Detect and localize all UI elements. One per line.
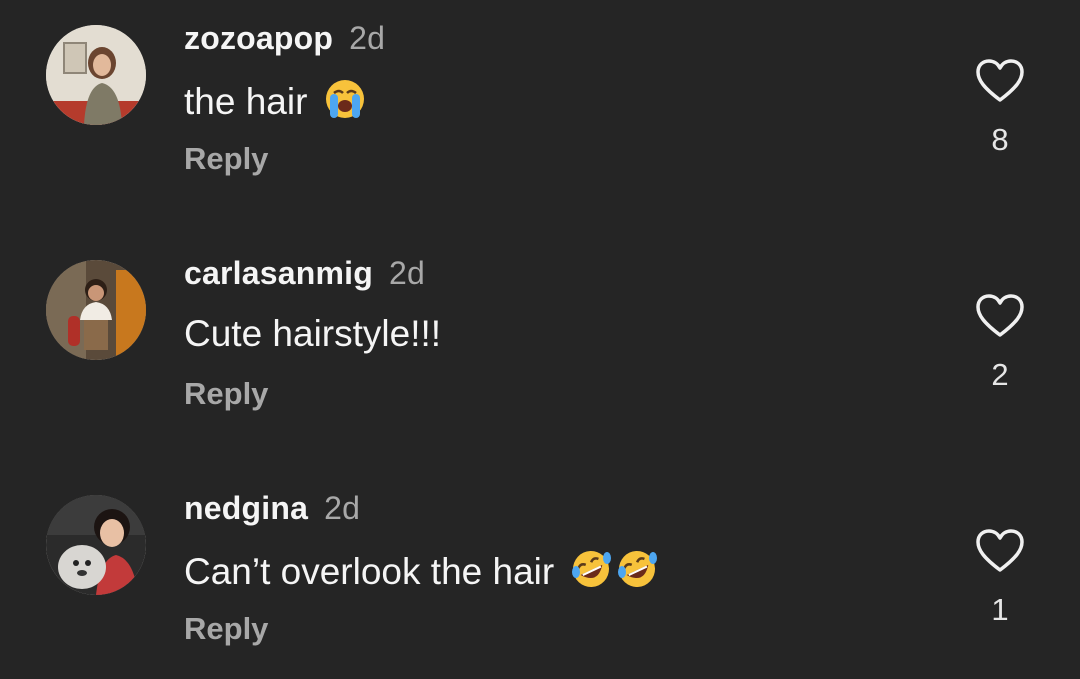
heart-icon[interactable]	[974, 56, 1026, 108]
comment-text-label: the hair	[184, 81, 308, 122]
loudly-crying-face-icon	[325, 80, 364, 118]
heart-icon[interactable]	[974, 526, 1026, 578]
avatar[interactable]	[46, 25, 146, 125]
rolling-on-the-floor-laughing-icon	[618, 551, 658, 587]
reply-button[interactable]: Reply	[184, 611, 268, 647]
comment-username[interactable]: nedgina 2d	[184, 490, 360, 527]
comment-username[interactable]: zozoapop 2d	[184, 20, 385, 57]
comment-text: Can’t overlook the hair	[184, 548, 658, 593]
reply-button[interactable]: Reply	[184, 376, 268, 412]
rolling-on-the-floor-laughing-icon	[572, 551, 612, 587]
comment-timestamp: 2d	[388, 255, 425, 291]
comment-timestamp: 2d	[324, 490, 361, 526]
comment-item: nedgina 2d Can’t overlook the hair Reply…	[0, 470, 1080, 679]
comment-text: the hair	[184, 78, 366, 123]
comment-text-label: Cute hairstyle!!!	[184, 313, 442, 354]
reply-button[interactable]: Reply	[184, 141, 268, 177]
comment-item: zozoapop 2d the hair Reply 8	[0, 0, 1080, 210]
avatar[interactable]	[46, 495, 146, 595]
heart-icon[interactable]	[974, 291, 1026, 343]
like-count: 8	[991, 122, 1009, 157]
like-count: 2	[991, 357, 1009, 392]
username-label[interactable]: nedgina	[184, 490, 308, 526]
username-label[interactable]: zozoapop	[184, 20, 333, 56]
comment-username[interactable]: carlasanmig 2d	[184, 255, 425, 292]
comment-text: Cute hairstyle!!!	[184, 313, 441, 355]
comment-timestamp: 2d	[349, 20, 386, 56]
username-label[interactable]: carlasanmig	[184, 255, 373, 291]
comment-item: carlasanmig 2d Cute hairstyle!!! Reply 2	[0, 235, 1080, 445]
avatar[interactable]	[46, 260, 146, 360]
like-count: 1	[991, 592, 1009, 627]
comment-text-label: Can’t overlook the hair	[184, 551, 555, 592]
